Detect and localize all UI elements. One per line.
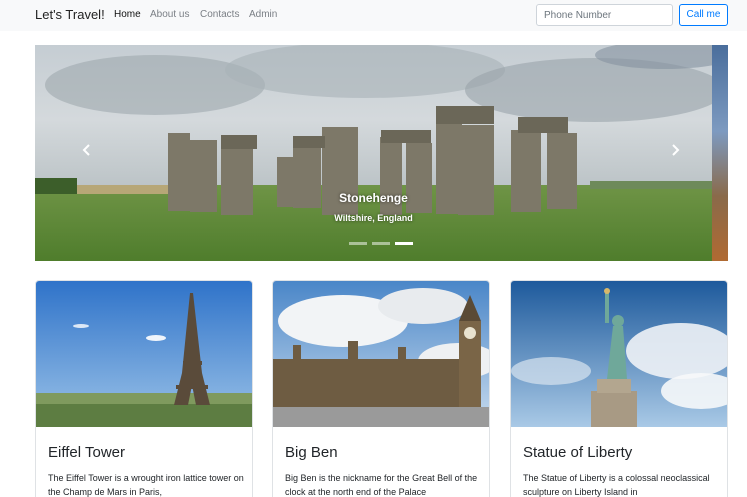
carousel-next-control[interactable] <box>668 141 682 159</box>
carousel-next-slide-preview <box>712 45 728 261</box>
card-big-ben: Big Ben Big Ben is the nickname for the … <box>272 280 490 497</box>
chevron-right-icon <box>672 144 680 156</box>
card-title: Eiffel Tower <box>48 444 125 461</box>
carousel: Stonehenge Wiltshire, England <box>35 45 712 261</box>
carousel-indicator-active[interactable] <box>395 242 413 245</box>
stonehenge-image <box>35 45 712 261</box>
card-title: Statue of Liberty <box>523 444 633 461</box>
card-title: Big Ben <box>285 444 338 461</box>
card-eiffel-tower: Eiffel Tower The Eiffel Tower is a wroug… <box>35 280 253 497</box>
nav-link-home[interactable]: Home <box>114 9 141 20</box>
nav-link-contacts[interactable]: Contacts <box>200 9 239 20</box>
navbar: Let's Travel! Home About us Contacts Adm… <box>0 0 747 31</box>
chevron-left-icon <box>82 144 90 156</box>
card-text: The Eiffel Tower is a wrought iron latti… <box>48 473 244 497</box>
nav-link-about-us[interactable]: About us <box>150 9 189 20</box>
statue-of-liberty-image <box>511 281 727 427</box>
card-statue-of-liberty: Statue of Liberty The Statue of Liberty … <box>510 280 728 497</box>
carousel-indicator[interactable] <box>372 242 390 245</box>
brand-link[interactable]: Let's Travel! <box>35 7 105 22</box>
nav-link-admin[interactable]: Admin <box>249 9 277 20</box>
big-ben-image <box>273 281 489 427</box>
carousel-indicators <box>349 242 415 248</box>
slide-caption-subtitle: Wiltshire, England <box>334 213 413 223</box>
slide-caption-title: Stonehenge <box>339 191 408 205</box>
card-text: The Statue of Liberty is a colossal neoc… <box>523 473 710 497</box>
carousel-indicator[interactable] <box>349 242 367 245</box>
phone-number-input[interactable] <box>536 4 673 26</box>
card-text: Big Ben is the nickname for the Great Be… <box>285 473 478 497</box>
eiffel-tower-image <box>36 281 252 427</box>
call-me-button[interactable]: Call me <box>679 4 728 26</box>
carousel-prev-control[interactable] <box>80 141 94 159</box>
